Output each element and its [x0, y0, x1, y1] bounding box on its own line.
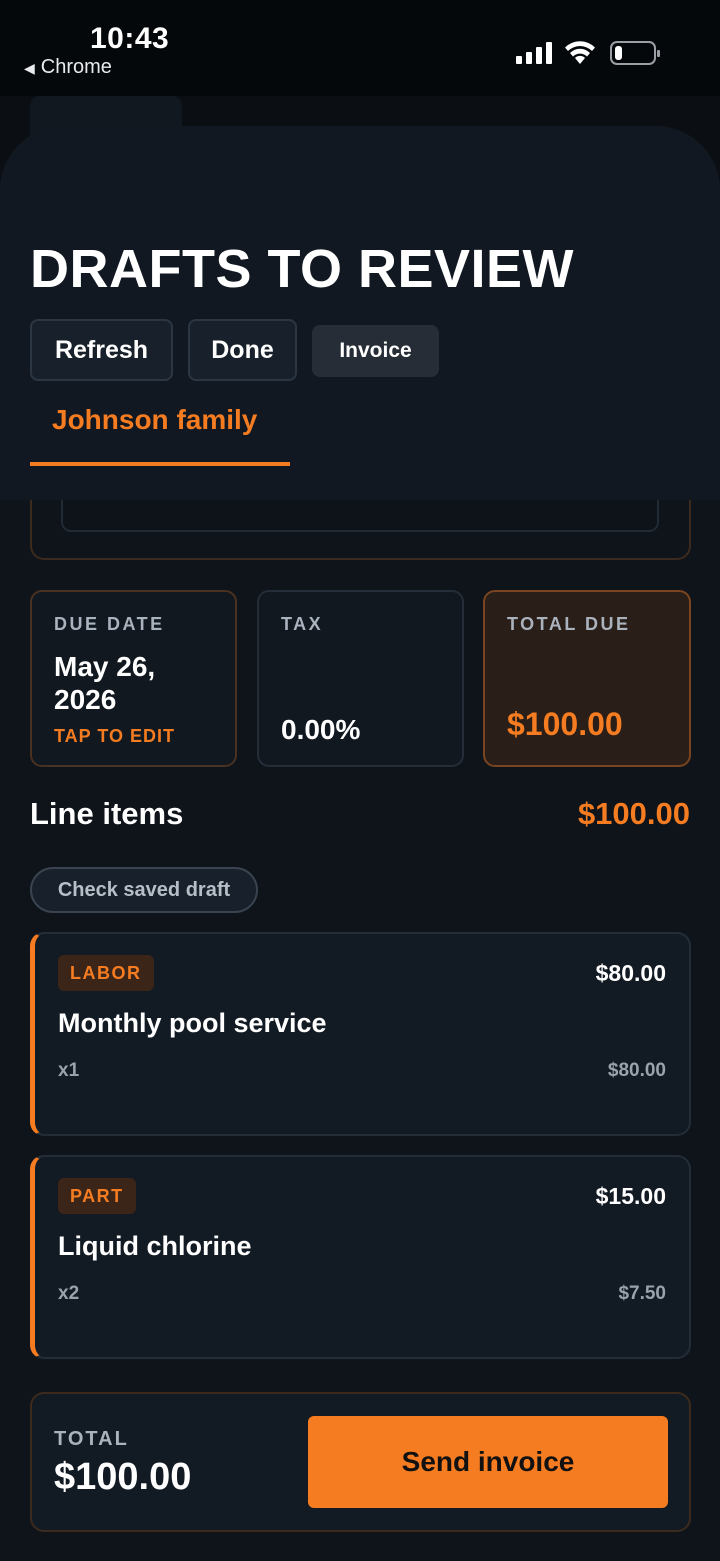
tax-card: TAX 0.00%	[257, 590, 464, 767]
total-due-card: TOTAL DUE $100.00	[483, 590, 691, 767]
item-amount: $15.00	[595, 1183, 666, 1209]
item-type-badge: LABOR	[58, 955, 154, 991]
invoice-button[interactable]: Invoice	[312, 325, 439, 377]
item-quantity: x1	[58, 1060, 80, 1081]
tab-johnson-family[interactable]: Johnson family	[52, 404, 257, 436]
item-name: Liquid chlorine	[58, 1231, 252, 1261]
check-saved-draft-button[interactable]: Check saved draft	[30, 867, 258, 913]
scrolled-card-field	[61, 500, 659, 532]
battery-icon	[610, 41, 660, 65]
footer-total-value: $100.00	[54, 1456, 192, 1498]
item-quantity: x2	[58, 1283, 80, 1304]
wifi-icon	[565, 41, 595, 64]
active-tab-indicator	[30, 462, 290, 466]
cellular-signal-icon	[516, 42, 552, 64]
back-triangle-icon: ◀	[24, 60, 35, 76]
due-date-label: DUE DATE	[54, 614, 165, 634]
due-date-value: May 26, 2026	[54, 651, 156, 715]
send-invoice-button[interactable]: Send invoice	[308, 1416, 668, 1508]
status-time: 10:43	[90, 22, 170, 55]
item-unit-price: $7.50	[618, 1283, 666, 1304]
tax-value: 0.00%	[281, 714, 361, 745]
back-to-app-link[interactable]: ◀ Chrome	[24, 56, 112, 79]
line-items-total: $100.00	[577, 796, 690, 831]
line-item-card[interactable]: PART $15.00 Liquid chlorine x2 $7.50	[30, 1155, 691, 1359]
done-button[interactable]: Done	[188, 319, 297, 381]
refresh-button[interactable]: Refresh	[30, 319, 173, 381]
back-app-label: Chrome	[40, 56, 112, 78]
invoice-footer: TOTAL $100.00 Send invoice	[30, 1392, 691, 1532]
line-item-card[interactable]: LABOR $80.00 Monthly pool service x1 $80…	[30, 932, 691, 1136]
line-items-heading: Line items	[30, 796, 184, 831]
footer-total-label: TOTAL	[54, 1428, 129, 1450]
page-title: DRAFTS TO REVIEW	[30, 239, 575, 299]
total-due-value: $100.00	[507, 706, 623, 742]
status-bar: 10:43 ◀ Chrome	[0, 0, 720, 96]
total-due-label: TOTAL DUE	[507, 614, 631, 634]
item-unit-price: $80.00	[607, 1060, 666, 1081]
sheet-header	[0, 126, 720, 500]
due-date-card[interactable]: DUE DATE May 26, 2026 TAP TO EDIT	[30, 590, 237, 767]
tax-label: TAX	[281, 614, 324, 634]
item-type-badge: PART	[58, 1178, 136, 1214]
tap-to-edit-label: TAP TO EDIT	[54, 726, 176, 746]
item-amount: $80.00	[595, 960, 666, 986]
item-name: Monthly pool service	[58, 1008, 327, 1038]
